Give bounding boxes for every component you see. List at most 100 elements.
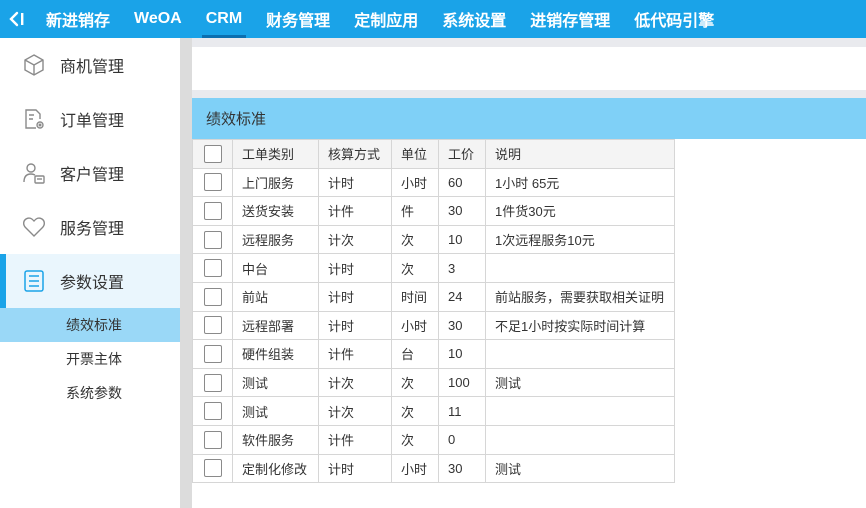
table-row[interactable]: 中台 计时 次 3: [192, 253, 675, 283]
nav-xinjinxiaocun[interactable]: 新进销存: [34, 0, 122, 38]
row-checkbox[interactable]: [203, 259, 222, 278]
nav-crm[interactable]: CRM: [194, 0, 254, 38]
sidebar-item-parameter-settings[interactable]: 参数设置: [0, 254, 180, 308]
sidebar-subitem-invoice-entity[interactable]: 开票主体: [0, 342, 180, 376]
table-row[interactable]: 送货安装 计件 件 30 1件货30元: [192, 196, 675, 226]
table-row[interactable]: 远程服务 计次 次 10 1次远程服务10元: [192, 224, 675, 255]
cell-type: 上门服务: [232, 167, 319, 198]
cell-method: 计时: [318, 281, 392, 312]
column-header[interactable]: 单位: [391, 139, 439, 169]
cell-type: 硬件组装: [232, 339, 319, 369]
cell-unit: 台: [391, 339, 439, 369]
nav-inventory[interactable]: 进销存管理: [518, 0, 622, 38]
cell-price: 3: [438, 253, 486, 283]
row-checkbox-cell: [192, 424, 233, 455]
filter-panel: [192, 47, 866, 90]
cell-desc: 1次远程服务10元: [485, 224, 675, 255]
cell-price: 30: [438, 310, 486, 341]
cell-type: 测试: [232, 396, 319, 426]
cell-desc: 1小时 65元: [485, 167, 675, 198]
row-checkbox-cell: [192, 367, 233, 398]
cell-unit: 次: [391, 224, 439, 255]
row-checkbox[interactable]: [203, 287, 222, 306]
sidebar-item-orders[interactable]: 订单管理: [0, 92, 180, 146]
row-checkbox-cell: [192, 224, 233, 255]
cell-desc: 测试: [485, 367, 675, 398]
sidebar-subitem-performance-standard[interactable]: 绩效标准: [0, 308, 180, 342]
sidebar-item-label: 商机管理: [60, 59, 125, 76]
row-checkbox-cell: [192, 196, 233, 226]
column-header[interactable]: 核算方式: [318, 139, 392, 169]
nav-system-settings[interactable]: 系统设置: [430, 0, 518, 38]
list-icon: [22, 269, 46, 293]
cell-unit: 次: [391, 424, 439, 455]
cell-type: 送货安装: [232, 196, 319, 226]
cell-method: 计次: [318, 224, 392, 255]
nav-weoa[interactable]: WeOA: [122, 0, 194, 38]
table-row[interactable]: 上门服务 计时 小时 60 1小时 65元: [192, 167, 675, 198]
cell-type: 远程服务: [232, 224, 319, 255]
row-checkbox[interactable]: [203, 201, 222, 220]
cell-unit: 小时: [391, 310, 439, 341]
cell-price: 30: [438, 196, 486, 226]
table-row[interactable]: 测试 计次 次 100 测试: [192, 367, 675, 398]
cell-type: 测试: [232, 367, 319, 398]
row-checkbox[interactable]: [203, 402, 222, 421]
sidebar-subitem-system-params[interactable]: 系统参数: [0, 376, 180, 410]
table-row[interactable]: 前站 计时 时间 24 前站服务，需要获取相关证明: [192, 281, 675, 312]
row-checkbox[interactable]: [203, 459, 222, 478]
table-row[interactable]: 硬件组装 计件 台 10: [192, 339, 675, 369]
cell-type: 前站: [232, 281, 319, 312]
cell-price: 60: [438, 167, 486, 198]
table-row[interactable]: 远程部署 计时 小时 30 不足1小时按实际时间计算: [192, 310, 675, 341]
sidebar-item-opportunity[interactable]: 商机管理: [0, 38, 180, 92]
top-navbar: 新进销存 WeOA CRM 财务管理 定制应用 系统设置 进销存管理 低代码引擎: [0, 0, 866, 38]
sidebar-scrollbar[interactable]: [180, 38, 192, 508]
collapse-sidebar-icon[interactable]: [0, 0, 34, 38]
nav-finance[interactable]: 财务管理: [254, 0, 342, 38]
row-checkbox-cell: [192, 339, 233, 369]
row-checkbox[interactable]: [203, 173, 222, 192]
cell-unit: 小时: [391, 167, 439, 198]
sidebar: 商机管理 订单管理 客户管理 服务管理 参数设置 绩效标准 开票主体 系统参数: [0, 38, 180, 508]
nav-custom-apps[interactable]: 定制应用: [342, 0, 430, 38]
cell-unit: 次: [391, 367, 439, 398]
sidebar-item-service[interactable]: 服务管理: [0, 200, 180, 254]
table-row[interactable]: 软件服务 计件 次 0: [192, 424, 675, 455]
cell-type: 远程部署: [232, 310, 319, 341]
row-checkbox[interactable]: [203, 430, 222, 449]
nav-lowcode[interactable]: 低代码引擎: [622, 0, 726, 38]
column-header[interactable]: 说明: [485, 139, 675, 169]
cell-desc: [485, 339, 675, 369]
sidebar-item-customers[interactable]: 客户管理: [0, 146, 180, 200]
cell-price: 10: [438, 224, 486, 255]
cell-unit: 件: [391, 196, 439, 226]
cell-method: 计时: [318, 453, 392, 484]
column-header[interactable]: 工价: [438, 139, 486, 169]
select-all-checkbox[interactable]: [203, 144, 222, 163]
row-checkbox-cell: [192, 453, 233, 484]
column-header[interactable]: 工单类别: [232, 139, 319, 169]
panel-title: 绩效标准: [192, 98, 866, 139]
cell-unit: 时间: [391, 281, 439, 312]
row-checkbox-cell: [192, 167, 233, 198]
table-row[interactable]: 测试 计次 次 11: [192, 396, 675, 426]
cell-price: 11: [438, 396, 486, 426]
row-checkbox-cell: [192, 396, 233, 426]
table-row[interactable]: 定制化修改 计时 小时 30 测试: [192, 453, 675, 484]
row-checkbox[interactable]: [203, 230, 222, 249]
sidebar-item-label: 服务管理: [60, 221, 125, 238]
cell-desc: [485, 424, 675, 455]
cube-icon: [22, 53, 46, 77]
cell-method: 计时: [318, 167, 392, 198]
row-checkbox-cell: [192, 253, 233, 283]
row-checkbox[interactable]: [203, 316, 222, 335]
cell-desc: 1件货30元: [485, 196, 675, 226]
row-checkbox[interactable]: [203, 344, 222, 363]
cell-desc: 前站服务，需要获取相关证明: [485, 281, 675, 312]
cell-method: 计次: [318, 396, 392, 426]
cell-desc: [485, 253, 675, 283]
row-checkbox[interactable]: [203, 373, 222, 392]
table-header-row: 工单类别 核算方式 单位 工价 说明: [192, 139, 675, 169]
cell-desc: 测试: [485, 453, 675, 484]
